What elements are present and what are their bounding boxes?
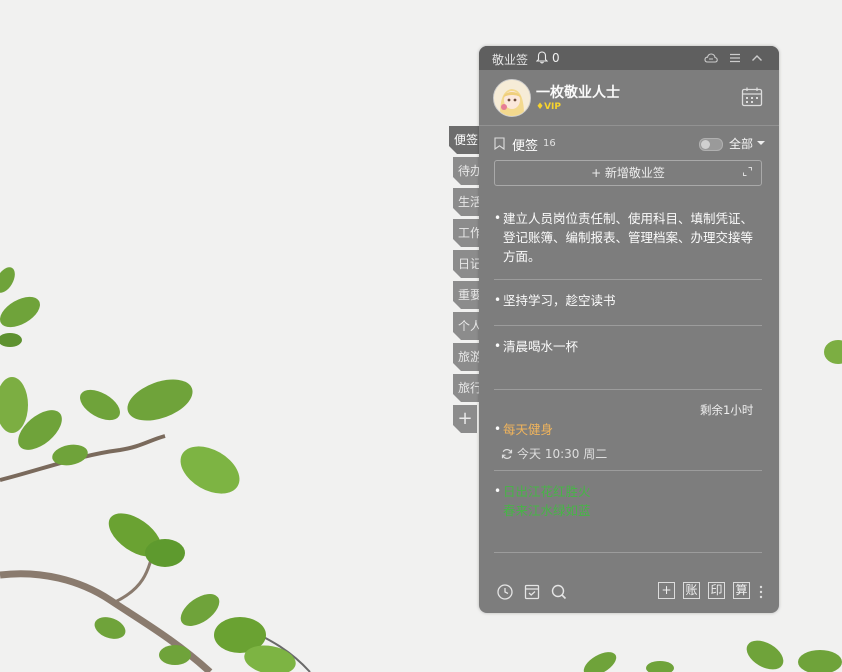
menu-icon[interactable] (728, 51, 742, 65)
note-text: 建立人员岗位责任制、使用科目、填制凭证、登记账簿、编制报表、管理档案、办理交接等… (503, 211, 754, 264)
tab-0[interactable]: 便签 (449, 126, 483, 154)
note-item[interactable]: • 每天健身 (494, 420, 754, 439)
add-button[interactable]: + (658, 582, 675, 599)
note-item[interactable]: • 建立人员岗位责任制、使用科目、填制凭证、登记账簿、编制报表、管理档案、办理交… (494, 209, 754, 266)
expand-icon[interactable] (742, 166, 753, 177)
calculator-button[interactable]: 算 (733, 582, 750, 599)
ledger-button[interactable]: 账 (683, 582, 700, 599)
view-toggle[interactable] (699, 138, 723, 151)
note-item[interactable]: • 清晨喝水一杯 (494, 337, 754, 356)
calendar-icon[interactable] (741, 86, 763, 108)
vip-badge: ♦VIP (536, 102, 561, 112)
reminder-time: 今天 10:30 周二 (517, 447, 608, 461)
clock-icon[interactable] (496, 583, 514, 601)
print-button[interactable]: 印 (708, 582, 725, 599)
footer-toolbar: + 账 印 算 (479, 579, 779, 613)
note-divider (494, 470, 762, 471)
note-item[interactable]: • 坚持学习，趁空读书 (494, 291, 754, 310)
notes-count: 16 (543, 138, 556, 149)
time-remaining: 剩余1小时 (700, 403, 754, 417)
sticky-notes-panel: 敬业签 0 一枚敬业人士 ♦VIP 便签 16 全部 + 新增敬业签 • 建立人… (479, 46, 779, 613)
username: 一枚敬业人士 (536, 85, 620, 101)
avatar[interactable] (493, 79, 531, 117)
bullet: • (494, 484, 502, 498)
notes-header: 便签 16 全部 (494, 135, 765, 154)
note-divider (494, 552, 762, 553)
cloud-sync-icon[interactable] (704, 51, 718, 65)
note-text: 每天健身 (503, 422, 554, 437)
title-bar[interactable]: 敬业签 0 (479, 46, 779, 70)
search-icon[interactable] (550, 583, 568, 601)
avatar-image (494, 80, 530, 116)
chevron-down-icon[interactable] (757, 141, 765, 145)
note-text: 坚持学习，趁空读书 (503, 293, 616, 308)
bookmark-icon (494, 137, 505, 150)
note-divider (494, 279, 762, 280)
note-divider (494, 325, 762, 326)
bullet: • (494, 339, 502, 353)
add-tab-button[interactable]: + (453, 405, 477, 433)
new-note-label: + 新增敬业签 (591, 166, 665, 180)
reminder-info: 今天 10:30 周二 (501, 445, 607, 462)
bullet: • (494, 422, 502, 436)
repeat-icon (501, 449, 513, 459)
note-text: 清晨喝水一杯 (503, 339, 579, 354)
diamond-icon: ♦ (536, 102, 545, 112)
notification-count: 0 (552, 51, 560, 65)
bullet: • (494, 293, 502, 307)
bell-icon[interactable] (536, 51, 548, 64)
filter-dropdown[interactable]: 全部 (729, 135, 753, 152)
more-icon[interactable] (757, 583, 765, 601)
new-note-button[interactable]: + 新增敬业签 (494, 160, 762, 186)
bullet: • (494, 211, 502, 225)
note-item[interactable]: • 日出江花红胜火 春来江水绿如蓝 (494, 482, 754, 520)
vip-label: VIP (544, 102, 561, 112)
note-divider (494, 389, 762, 390)
note-text: 日出江花红胜火 春来江水绿如蓝 (503, 484, 591, 518)
collapse-icon[interactable] (750, 51, 764, 65)
archive-icon[interactable] (523, 583, 541, 601)
notes-title: 便签 (512, 139, 539, 154)
app-title: 敬业签 (492, 53, 529, 67)
divider (479, 125, 779, 126)
